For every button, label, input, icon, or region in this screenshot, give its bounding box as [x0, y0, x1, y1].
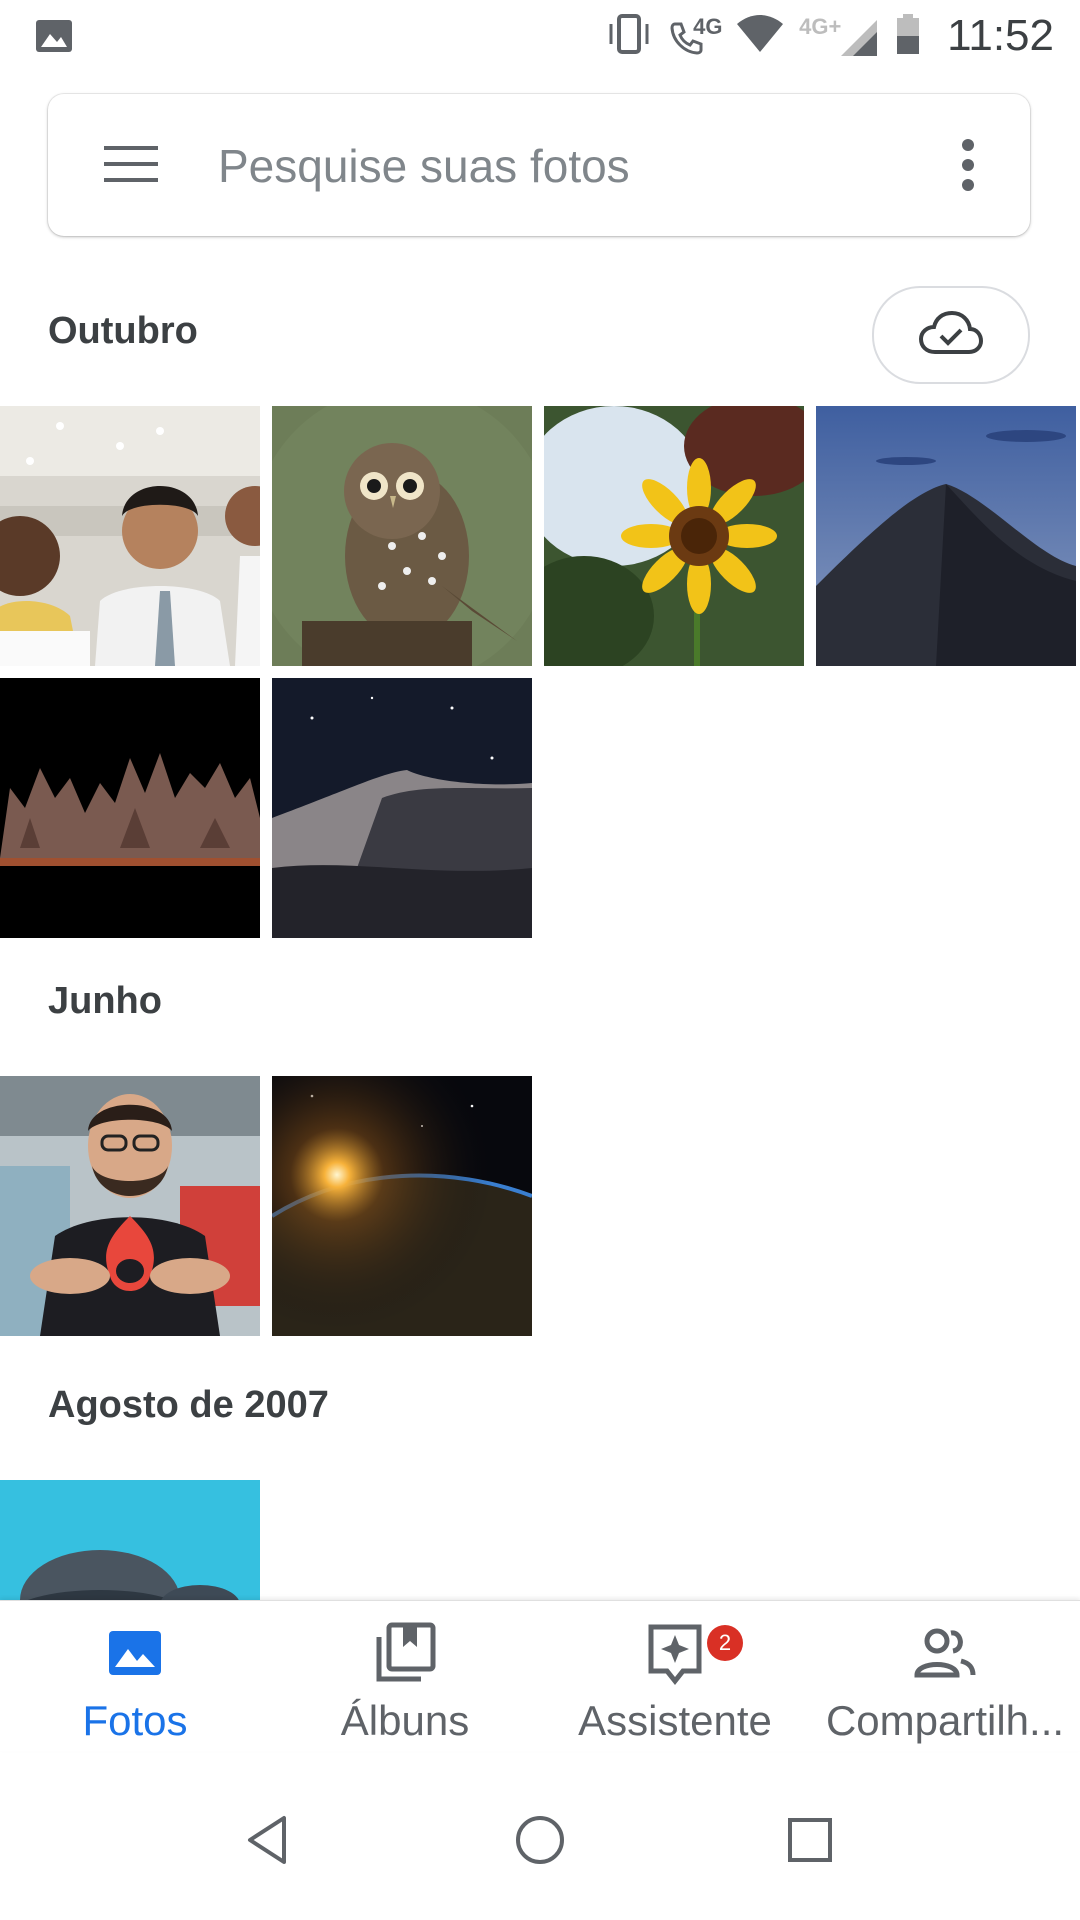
- recents-icon[interactable]: [780, 1810, 840, 1870]
- bottom-navigation: Fotos Álbuns 2 Assistente Compartilh...: [0, 1600, 1080, 1751]
- back-icon[interactable]: [240, 1810, 300, 1870]
- photo-thumbnail[interactable]: [0, 406, 260, 666]
- nav-label-compartilhamento: Compartilh...: [825, 1697, 1065, 1744]
- assistant-badge: 2: [707, 1625, 743, 1661]
- nav-label-fotos: Fotos: [82, 1697, 188, 1744]
- section-title-junho: Junho: [48, 980, 162, 1022]
- nav-tab-fotos[interactable]: Fotos: [0, 1621, 270, 1751]
- system-navigation-bar: [0, 1770, 1080, 1920]
- wifi-icon: [735, 14, 785, 59]
- assistant-icon: 2: [643, 1621, 743, 1686]
- search-input[interactable]: [216, 130, 920, 202]
- photo-thumbnail[interactable]: [0, 1076, 260, 1336]
- call-4g-icon: 4G: [667, 14, 723, 58]
- gallery-notification-icon: [34, 16, 74, 56]
- photo-thumbnail[interactable]: [272, 678, 532, 938]
- nav-label-assistente: Assistente: [578, 1697, 772, 1744]
- backup-status-button[interactable]: [872, 286, 1030, 384]
- section-title-outubro: Outubro: [48, 310, 198, 352]
- nav-tab-compartilhamento[interactable]: Compartilh...: [810, 1621, 1080, 1751]
- status-bar: 4G 4G+ 11:52: [0, 0, 1080, 72]
- nav-tab-assistente[interactable]: 2 Assistente: [540, 1621, 810, 1751]
- network-4g-plus-label: 4G+: [799, 14, 842, 39]
- nav-label-albuns: Álbuns: [340, 1697, 470, 1744]
- photo-thumbnail[interactable]: [272, 406, 532, 666]
- photo-thumbnail[interactable]: [816, 406, 1076, 666]
- search-bar: [48, 94, 1030, 236]
- photo-grid-agosto-2007: [0, 1480, 1076, 1600]
- hamburger-menu-icon[interactable]: [104, 144, 158, 184]
- photo-grid-outubro: [0, 406, 1076, 938]
- vibrate-icon: [605, 12, 653, 61]
- albums-icon: [373, 1621, 437, 1685]
- photo-thumbnail[interactable]: [0, 678, 260, 938]
- people-icon: [913, 1621, 977, 1685]
- network-4g-label: 4G: [693, 14, 723, 39]
- photo-thumbnail[interactable]: [272, 1076, 532, 1336]
- more-options-icon[interactable]: [960, 138, 976, 192]
- cloud-done-icon: [918, 310, 984, 361]
- photo-thumbnail[interactable]: [0, 1480, 260, 1600]
- clock: 11:52: [947, 11, 1054, 60]
- status-icons: 4G 4G+ 11:52: [605, 10, 1054, 62]
- battery-icon: [893, 12, 923, 61]
- section-title-agosto-2007: Agosto de 2007: [48, 1384, 329, 1426]
- nav-tab-albuns[interactable]: Álbuns: [270, 1621, 540, 1751]
- photo-grid-junho: [0, 1076, 1076, 1336]
- signal-icon: 4G+: [799, 14, 879, 58]
- home-icon[interactable]: [510, 1810, 570, 1870]
- photo-icon: [103, 1621, 167, 1685]
- photo-thumbnail[interactable]: [544, 406, 804, 666]
